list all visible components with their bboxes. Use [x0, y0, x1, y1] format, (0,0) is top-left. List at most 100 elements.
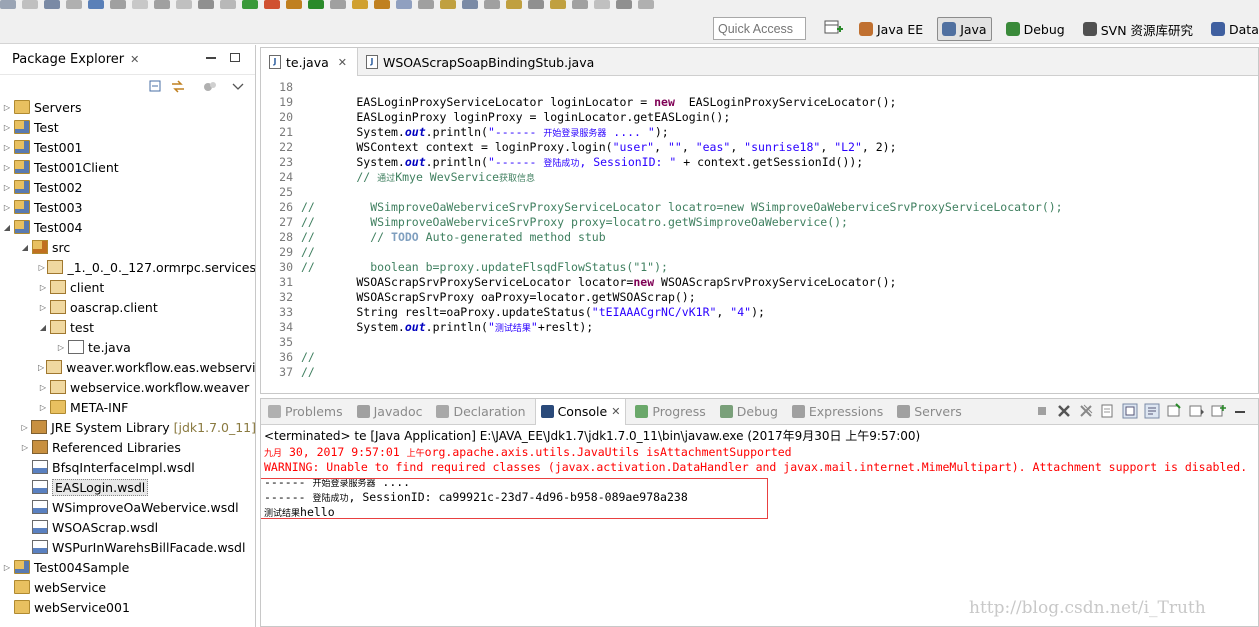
toolbar-button-icon[interactable] [264, 0, 280, 9]
tree-item[interactable]: ▷ Test [0, 117, 255, 137]
tree-item[interactable]: ◢ src [0, 237, 255, 257]
tab-problems[interactable]: Problems [263, 399, 348, 425]
view-menu-icon[interactable] [231, 80, 245, 93]
remove-all-terminated-icon[interactable] [1078, 403, 1094, 419]
toolbar-button-icon[interactable] [132, 0, 148, 9]
open-console-icon[interactable] [1210, 403, 1226, 419]
collapsed-arrow-icon[interactable]: ▷ [2, 163, 12, 172]
tree-item[interactable]: WSOAScrap.wsdl [0, 517, 255, 537]
collapsed-arrow-icon[interactable]: ▷ [2, 563, 12, 572]
toolbar-button-icon[interactable] [154, 0, 170, 9]
close-icon[interactable]: ✕ [611, 405, 620, 418]
tree-item[interactable]: ▷ Test003 [0, 197, 255, 217]
toolbar-button-icon[interactable] [506, 0, 522, 9]
tree-item[interactable]: EASLogin.wsdl [0, 477, 255, 497]
close-icon[interactable]: ✕ [338, 56, 347, 69]
tree-item[interactable]: WSimproveOaWebervice.wsdl [0, 497, 255, 517]
scroll-lock-icon[interactable] [1122, 403, 1138, 419]
collapsed-arrow-icon[interactable]: ▷ [20, 423, 29, 432]
toolbar-button-icon[interactable] [418, 0, 434, 9]
toolbar-button-icon[interactable] [462, 0, 478, 9]
perspective-database-i-button[interactable]: Database I [1207, 17, 1259, 41]
tree-item[interactable]: ▷ Test001 [0, 137, 255, 157]
collapsed-arrow-icon[interactable]: ▷ [38, 383, 48, 392]
collapsed-arrow-icon[interactable]: ▷ [20, 443, 30, 452]
expanded-arrow-icon[interactable]: ◢ [20, 243, 30, 252]
toolbar-button-icon[interactable] [550, 0, 566, 9]
tree-item[interactable]: ▷ webservice.workflow.weaver [0, 377, 255, 397]
toolbar-button-icon[interactable] [616, 0, 632, 9]
tree-item[interactable]: ▷ client [0, 277, 255, 297]
tab-console[interactable]: Console ✕ [534, 399, 627, 425]
tree-item[interactable]: ▷ Test002 [0, 177, 255, 197]
perspective-java-button[interactable]: Java [937, 17, 992, 41]
package-explorer-tab[interactable]: Package Explorer ✕ [0, 45, 255, 75]
editor-tab[interactable]: Jte.java ✕ [261, 48, 358, 76]
tab-javadoc[interactable]: Javadoc [352, 399, 428, 425]
tree-item[interactable]: ◢ Test004 [0, 217, 255, 237]
open-perspective-icon[interactable] [823, 19, 843, 37]
collapsed-arrow-icon[interactable]: ▷ [38, 403, 48, 412]
link-with-editor-icon[interactable] [171, 80, 185, 93]
tree-item[interactable]: ▷ weaver.workflow.eas.webservic [0, 357, 255, 377]
toolbar-button-icon[interactable] [528, 0, 544, 9]
toolbar-button-icon[interactable] [110, 0, 126, 9]
collapse-all-icon[interactable] [149, 80, 163, 93]
toolbar-button-icon[interactable] [374, 0, 390, 9]
collapsed-arrow-icon[interactable]: ▷ [38, 363, 44, 372]
console-output[interactable]: <terminated> te [Java Application] E:\JA… [261, 427, 1258, 520]
collapsed-arrow-icon[interactable]: ▷ [2, 123, 12, 132]
toolbar-button-icon[interactable] [88, 0, 104, 9]
collapsed-arrow-icon[interactable]: ▷ [2, 203, 12, 212]
collapsed-arrow-icon[interactable]: ▷ [38, 283, 48, 292]
toolbar-button-icon[interactable] [66, 0, 82, 9]
toolbar-button-icon[interactable] [22, 0, 38, 9]
tree-item[interactable]: webService001 [0, 597, 255, 617]
tree-item[interactable]: ▷ META-INF [0, 397, 255, 417]
tree-item[interactable]: webService [0, 577, 255, 597]
toolbar-button-icon[interactable] [440, 0, 456, 9]
tree-item[interactable]: ▷ JRE System Library [jdk1.7.0_11] [0, 417, 255, 437]
toolbar-button-icon[interactable] [198, 0, 214, 9]
expanded-arrow-icon[interactable]: ◢ [2, 223, 12, 232]
toolbar-button-icon[interactable] [0, 0, 16, 9]
toolbar-button-icon[interactable] [396, 0, 412, 9]
show-console-on-output-icon[interactable] [1166, 403, 1182, 419]
toolbar-button-icon[interactable] [286, 0, 302, 9]
editor-tab[interactable]: J WSOAScrapSoapBindingStub.java [358, 48, 604, 76]
maximize-icon[interactable] [230, 53, 240, 62]
collapsed-arrow-icon[interactable]: ▷ [56, 343, 66, 352]
toolbar-button-icon[interactable] [176, 0, 192, 9]
tab-servers[interactable]: Servers [892, 399, 967, 425]
clear-console-icon[interactable] [1100, 403, 1116, 419]
collapsed-arrow-icon[interactable]: ▷ [2, 143, 12, 152]
tree-item[interactable]: ▷ te.java [0, 337, 255, 357]
tab-declaration[interactable]: Declaration [431, 399, 530, 425]
toolbar-button-icon[interactable] [220, 0, 236, 9]
terminate-icon[interactable] [1034, 403, 1050, 419]
toolbar-button-icon[interactable] [330, 0, 346, 9]
perspective-svn--button[interactable]: SVN 资源库研究 [1079, 17, 1197, 41]
toolbar-button-icon[interactable] [572, 0, 588, 9]
tab-progress[interactable]: Progress [630, 399, 710, 425]
collapsed-arrow-icon[interactable]: ▷ [2, 103, 12, 112]
perspective-java-ee-button[interactable]: Java EE [855, 17, 927, 41]
tree-item[interactable]: BfsqInterfaceImpl.wsdl [0, 457, 255, 477]
toolbar-button-icon[interactable] [484, 0, 500, 9]
quick-access-input[interactable] [713, 17, 806, 40]
toolbar-button-icon[interactable] [242, 0, 258, 9]
tab-expressions[interactable]: Expressions [787, 399, 888, 425]
remove-launch-icon[interactable] [1056, 403, 1072, 419]
tree-item[interactable]: ▷ Servers [0, 97, 255, 117]
toolbar-button-icon[interactable] [638, 0, 654, 9]
collapsed-arrow-icon[interactable]: ▷ [38, 303, 48, 312]
tree-item[interactable]: WSPurInWarehsBillFacade.wsdl [0, 537, 255, 557]
view-options-icon[interactable] [203, 80, 217, 93]
toolbar-button-icon[interactable] [594, 0, 610, 9]
tree-item[interactable]: ▷ Referenced Libraries [0, 437, 255, 457]
word-wrap-icon[interactable] [1144, 403, 1160, 419]
tab-debug[interactable]: Debug [715, 399, 783, 425]
tree-item[interactable]: ▷ Test004Sample [0, 557, 255, 577]
toolbar-button-icon[interactable] [44, 0, 60, 9]
code-area[interactable]: 18 19 EASLoginProxyServiceLocator loginLo… [261, 77, 1258, 393]
